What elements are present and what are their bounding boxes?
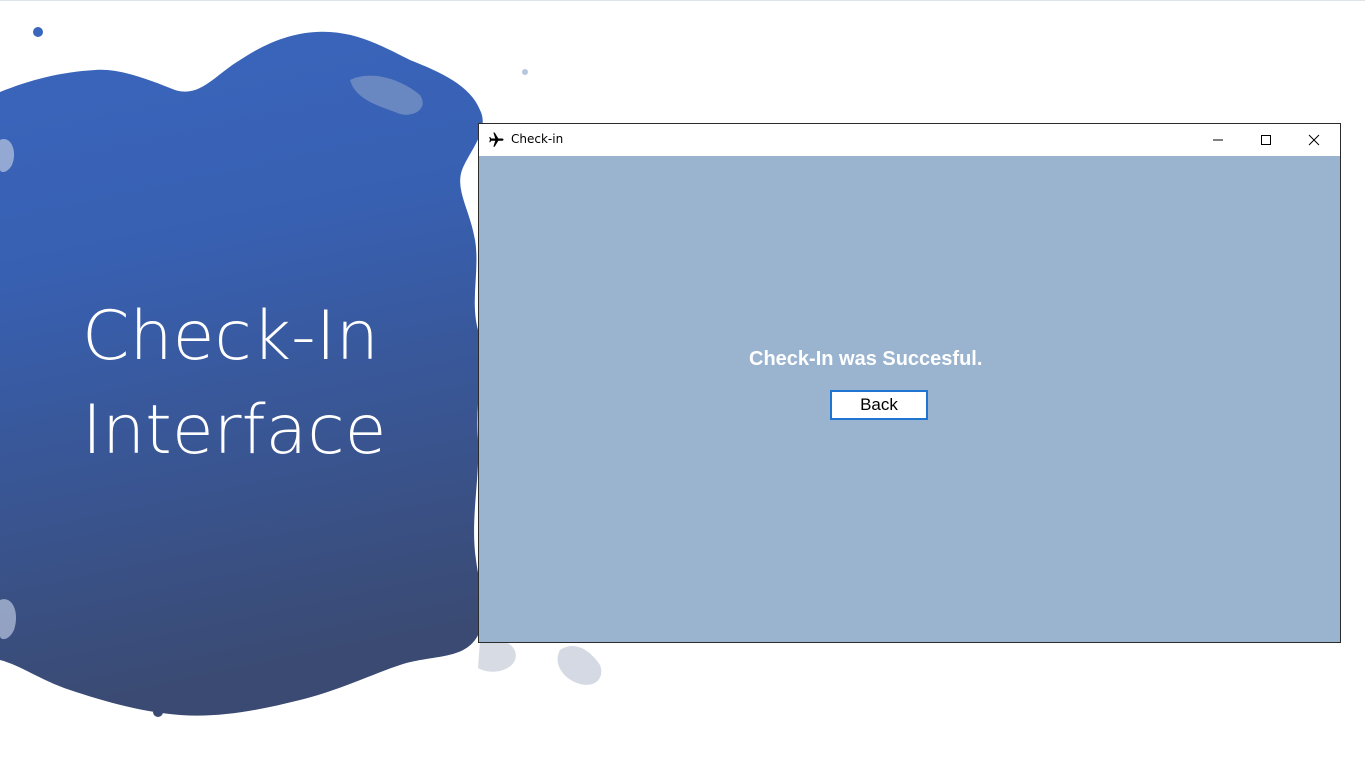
- minimize-icon: [1213, 139, 1223, 141]
- presentation-slide: Check-In Interface Check-in Check-In was…: [0, 0, 1365, 767]
- close-button[interactable]: [1291, 124, 1337, 156]
- close-icon: [1308, 134, 1320, 146]
- slide-title-line-1: Check-In: [82, 297, 379, 376]
- minimize-button[interactable]: [1195, 124, 1241, 156]
- slide-title-line-2: Interface: [82, 391, 387, 470]
- window-content: Check-In was Succesful. Back: [479, 156, 1340, 642]
- window-titlebar[interactable]: Check-in: [479, 124, 1340, 156]
- window-title: Check-in: [511, 132, 564, 146]
- maximize-button[interactable]: [1243, 124, 1289, 156]
- success-message: Check-In was Succesful.: [749, 348, 983, 370]
- maximize-icon: [1261, 135, 1271, 145]
- check-in-window: Check-in Check-In was Succesful. Back: [478, 123, 1341, 643]
- airplane-icon: [489, 132, 504, 147]
- slide-title: Check-In Interface: [82, 290, 482, 478]
- back-button[interactable]: Back: [830, 390, 928, 420]
